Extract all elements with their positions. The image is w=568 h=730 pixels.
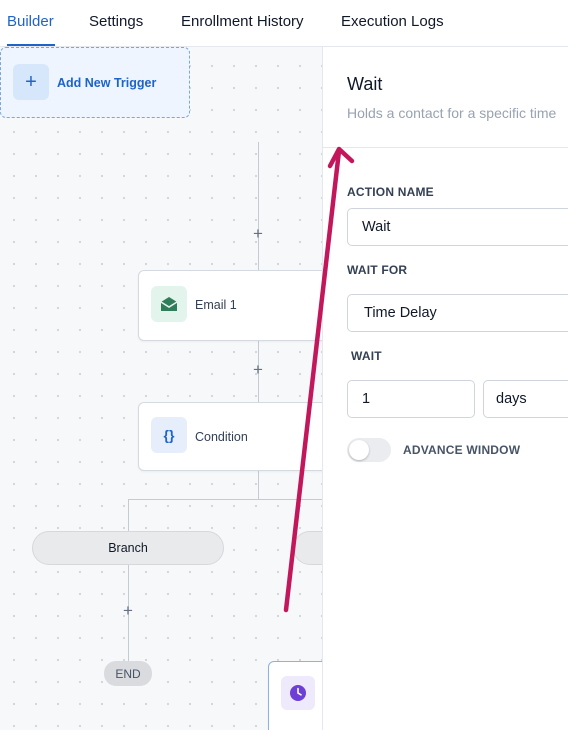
action-name-input[interactable]: Wait <box>347 208 568 246</box>
active-tab-indicator <box>7 44 55 46</box>
wait-node[interactable] <box>268 661 322 730</box>
branch-pill[interactable]: Branch <box>32 531 224 565</box>
end-node: END <box>104 661 152 686</box>
top-tab-bar: Builder Settings Enrollment History Exec… <box>0 0 568 47</box>
connector-line <box>258 142 259 270</box>
tab-settings[interactable]: Settings <box>89 13 143 30</box>
panel-title: Wait <box>347 74 383 94</box>
email-open-icon <box>151 286 187 322</box>
connector-line <box>258 471 259 499</box>
wait-label: WAIT <box>351 349 382 363</box>
action-settings-panel: Wait Holds a contact for a specific time… <box>322 47 568 730</box>
panel-subtitle: Holds a contact for a specific time <box>347 105 557 121</box>
tab-enrollment-history[interactable]: Enrollment History <box>181 13 304 30</box>
add-step-button[interactable]: + <box>120 602 136 619</box>
add-new-trigger-node[interactable]: + Add New Trigger <box>0 47 190 118</box>
clock-icon <box>281 676 315 710</box>
email-node[interactable]: Email 1 <box>138 270 322 341</box>
braces-icon: {} <box>151 417 187 453</box>
add-step-button[interactable]: + <box>250 361 266 378</box>
branch-split-line <box>128 499 322 500</box>
action-name-label: ACTION NAME <box>347 185 434 199</box>
branch-label: Branch <box>108 541 148 555</box>
divider <box>323 147 568 148</box>
tab-builder[interactable]: Builder <box>7 13 54 30</box>
wait-for-label: WAIT FOR <box>347 263 408 277</box>
advance-window-toggle[interactable] <box>347 438 391 462</box>
wait-for-select[interactable]: Time Delay <box>347 294 568 332</box>
branch-pill-2[interactable] <box>293 531 322 565</box>
node-label: Condition <box>195 430 248 444</box>
condition-node[interactable]: {} Condition <box>138 402 322 471</box>
advance-window-label: ADVANCE WINDOW <box>403 443 521 457</box>
tab-execution-logs[interactable]: Execution Logs <box>341 13 444 30</box>
connector-line <box>128 499 129 531</box>
workflow-canvas[interactable]: + + + + Add New Trigger Email 1 {} Condi… <box>0 47 322 730</box>
trigger-label: Add New Trigger <box>57 76 157 90</box>
node-label: Email 1 <box>195 298 237 312</box>
plus-icon: + <box>13 64 49 100</box>
wait-amount-input[interactable]: 1 <box>347 380 475 418</box>
wait-unit-select[interactable]: days <box>483 380 568 418</box>
add-step-button[interactable]: + <box>250 225 266 242</box>
toggle-knob <box>349 440 369 460</box>
